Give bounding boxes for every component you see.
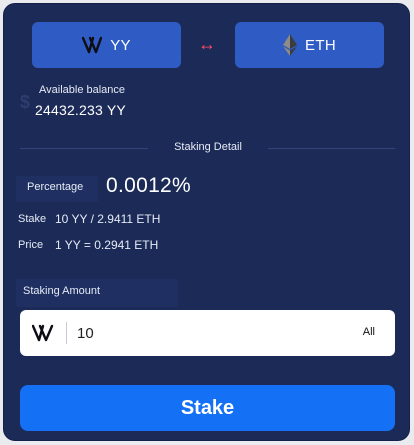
yy-logo-icon xyxy=(20,324,66,342)
from-token-button[interactable]: YY xyxy=(32,22,181,68)
dollar-icon: $ xyxy=(20,92,31,112)
balance-label: Available balance xyxy=(39,84,126,96)
divider-left xyxy=(20,148,148,149)
stake-label: Stake xyxy=(18,213,47,225)
percentage-label: Percentage xyxy=(27,181,84,193)
price-value: 1 YY = 0.2941 ETH xyxy=(55,238,159,252)
amount-field[interactable]: All xyxy=(20,310,395,356)
to-token-button[interactable]: ETH xyxy=(235,22,384,68)
section-title: Staking Detail xyxy=(174,141,242,153)
from-token-symbol: YY xyxy=(110,36,131,54)
yy-logo-icon xyxy=(82,36,103,54)
swap-arrows-icon[interactable]: ↔ xyxy=(194,34,220,54)
staking-panel: YY ↔ ETH $ Available balance 24432.233 Y… xyxy=(3,3,410,441)
balance-value: 24432.233 YY xyxy=(35,102,126,118)
ethereum-icon xyxy=(283,34,298,56)
stake-value: 10 YY / 2.9411 ETH xyxy=(55,212,161,226)
percentage-value: 0.0012% xyxy=(106,174,192,197)
to-token-symbol: ETH xyxy=(305,36,336,54)
amount-label: Staking Amount xyxy=(23,285,101,297)
price-label: Price xyxy=(18,239,44,251)
divider-right xyxy=(268,148,395,149)
amount-input[interactable] xyxy=(77,324,337,342)
input-separator xyxy=(66,322,67,344)
all-button[interactable]: All xyxy=(363,326,375,338)
stake-button[interactable]: Stake xyxy=(20,385,395,431)
